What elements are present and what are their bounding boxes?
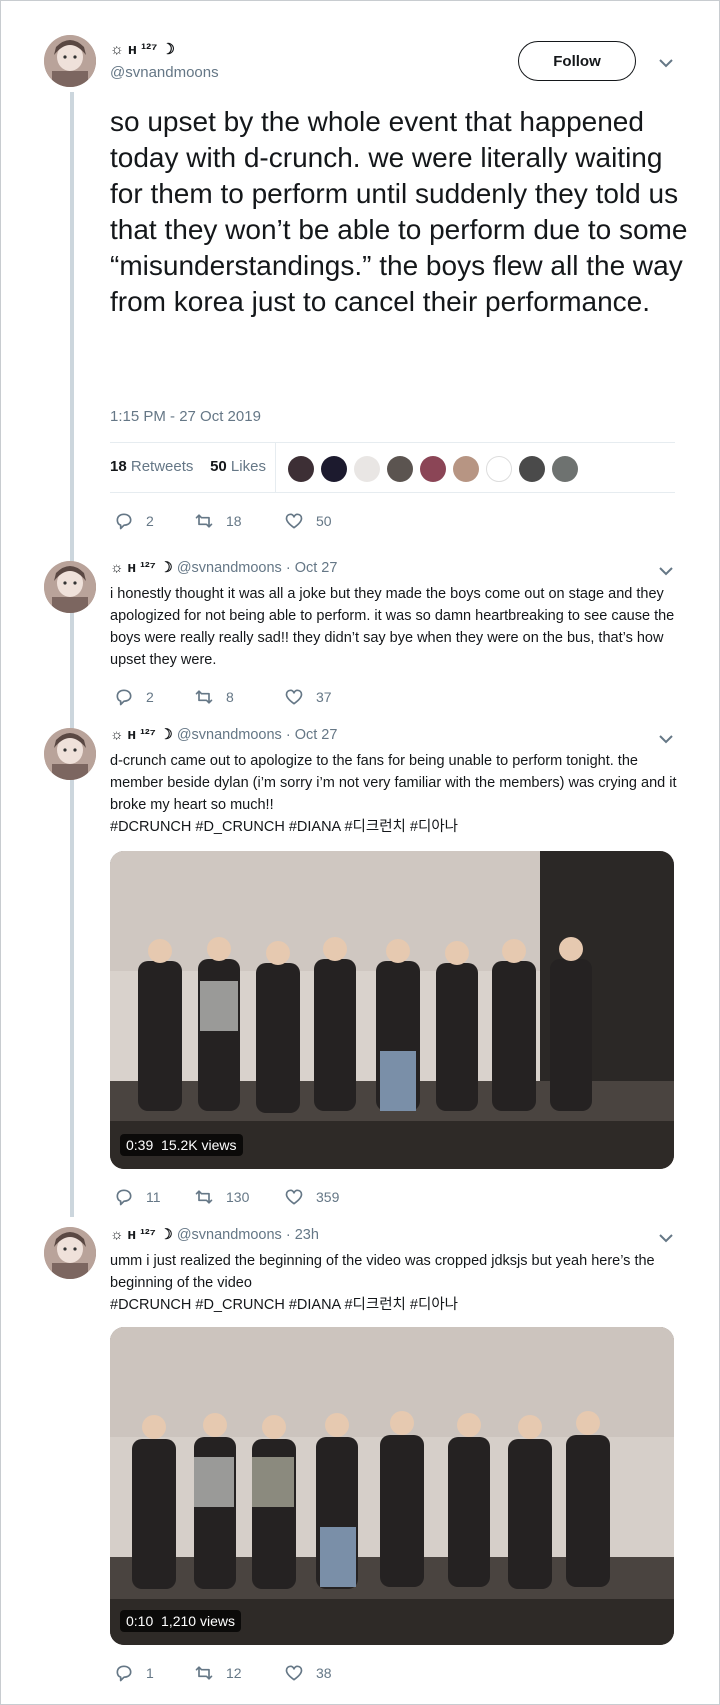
like-count: 359 <box>316 1189 340 1205</box>
avatar[interactable] <box>44 561 96 613</box>
chevron-down-icon[interactable] <box>658 566 674 576</box>
handle-and-time[interactable]: @svnandmoons · Oct 27 <box>177 727 338 743</box>
tweet-text: umm i just realized the beginning of the… <box>110 1253 655 1291</box>
like-count: 37 <box>316 689 332 705</box>
reply-count: 11 <box>146 1189 161 1205</box>
tweet-timestamp[interactable]: 1:15 PM - 27 Oct 2019 <box>110 408 261 425</box>
divider <box>275 442 276 492</box>
hashtags[interactable]: #DCRUNCH #D_CRUNCH #DIANA #디크런치 #디아나 <box>110 1294 690 1316</box>
retweet-button[interactable]: 8 <box>194 687 264 707</box>
liker-avatar[interactable] <box>288 456 314 482</box>
tweet-text: d-crunch came out to apologize to the fa… <box>110 753 677 813</box>
reply-button[interactable]: 1 <box>114 1663 174 1683</box>
tweet-text: so upset by the whole event that happene… <box>110 106 688 317</box>
reply-icon <box>116 1665 132 1682</box>
retweet-icon <box>195 514 213 528</box>
retweet-count: 18 <box>226 513 242 529</box>
tweet-actions: 1 12 38 <box>114 1663 390 1683</box>
reply-count: 1 <box>146 1665 154 1681</box>
retweets-stat[interactable]: 18 Retweets <box>110 458 193 475</box>
divider <box>110 492 675 493</box>
like-icon <box>285 689 303 705</box>
video-thumbnail <box>110 851 674 1169</box>
reply-button[interactable]: 11 <box>114 1187 174 1207</box>
thread-connector-line <box>70 92 74 1217</box>
likes-stat[interactable]: 50 Likes <box>210 458 266 475</box>
reply-icon <box>116 513 132 530</box>
avatar[interactable] <box>44 728 96 780</box>
like-button[interactable]: 37 <box>284 687 354 707</box>
liker-avatar[interactable] <box>420 456 446 482</box>
retweet-count: 8 <box>226 689 234 705</box>
retweet-button[interactable]: 12 <box>194 1663 264 1683</box>
retweet-count: 130 <box>226 1189 250 1205</box>
retweet-button[interactable]: 18 <box>194 511 264 531</box>
retweet-button[interactable]: 130 <box>194 1187 264 1207</box>
video-views: 1,210 views <box>161 1613 235 1629</box>
tweet-actions: 11 130 359 <box>114 1187 390 1207</box>
display-name[interactable]: ☼ ʜ ¹²⁷ ☽ <box>110 560 173 576</box>
reply-button[interactable]: 2 <box>114 687 174 707</box>
liker-avatar[interactable] <box>321 456 347 482</box>
like-button[interactable]: 38 <box>284 1663 354 1683</box>
hashtags[interactable]: #DCRUNCH #D_CRUNCH #DIANA #디크런치 #디아나 <box>110 816 690 838</box>
reply-header: ☼ ʜ ¹²⁷ ☽ @svnandmoons · Oct 27 <box>110 727 337 743</box>
avatar[interactable] <box>44 1227 96 1279</box>
tweet-actions: 2 18 50 <box>114 511 390 531</box>
like-icon <box>285 1665 303 1681</box>
like-icon <box>285 513 303 529</box>
video-views: 15.2K views <box>161 1137 237 1153</box>
liker-avatar[interactable] <box>387 456 413 482</box>
video-duration: 0:39 15.2K views <box>120 1134 243 1156</box>
display-name[interactable]: ☼ ʜ ¹²⁷ ☽ <box>110 40 175 58</box>
handle-and-time[interactable]: @svnandmoons · 23h <box>177 1227 319 1243</box>
retweet-icon <box>195 1666 213 1680</box>
video-thumbnail <box>110 1327 674 1645</box>
reply-header: ☼ ʜ ¹²⁷ ☽ @svnandmoons · 23h <box>110 1227 319 1243</box>
handle[interactable]: @svnandmoons <box>110 64 219 81</box>
retweet-icon <box>195 690 213 704</box>
engagement-stats: 18 Retweets 50 Likes <box>110 458 266 475</box>
tweet-actions: 2 8 37 <box>114 687 390 707</box>
like-count: 50 <box>316 513 332 529</box>
retweet-icon <box>195 1190 213 1204</box>
liker-avatar[interactable] <box>519 456 545 482</box>
display-name[interactable]: ☼ ʜ ¹²⁷ ☽ <box>110 727 173 743</box>
retweet-count: 12 <box>226 1665 242 1681</box>
chevron-down-icon[interactable] <box>658 58 674 68</box>
tweet-text: i honestly thought it was all a joke but… <box>110 586 675 668</box>
like-button[interactable]: 359 <box>284 1187 354 1207</box>
reply-icon <box>116 1189 132 1206</box>
follow-button[interactable]: Follow <box>518 41 636 81</box>
like-button[interactable]: 50 <box>284 511 354 531</box>
chevron-down-icon[interactable] <box>658 734 674 744</box>
divider <box>110 442 675 443</box>
reply-count: 2 <box>146 689 154 705</box>
liker-avatar[interactable] <box>453 456 479 482</box>
reply-icon <box>116 689 132 706</box>
video-duration: 0:10 1,210 views <box>120 1610 241 1632</box>
video-player[interactable]: 0:39 15.2K views <box>110 851 674 1169</box>
reply-count: 2 <box>146 513 154 529</box>
reply-header: ☼ ʜ ¹²⁷ ☽ @svnandmoons · Oct 27 <box>110 560 337 576</box>
avatar[interactable] <box>44 35 96 87</box>
liker-avatar[interactable] <box>354 456 380 482</box>
display-name[interactable]: ☼ ʜ ¹²⁷ ☽ <box>110 1227 173 1243</box>
like-icon <box>285 1189 303 1205</box>
chevron-down-icon[interactable] <box>658 1233 674 1243</box>
liker-avatar[interactable] <box>486 456 512 482</box>
like-count: 38 <box>316 1665 332 1681</box>
liker-avatar[interactable] <box>552 456 578 482</box>
reply-button[interactable]: 2 <box>114 511 174 531</box>
handle-and-time[interactable]: @svnandmoons · Oct 27 <box>177 560 338 576</box>
video-player[interactable]: 0:10 1,210 views <box>110 1327 674 1645</box>
